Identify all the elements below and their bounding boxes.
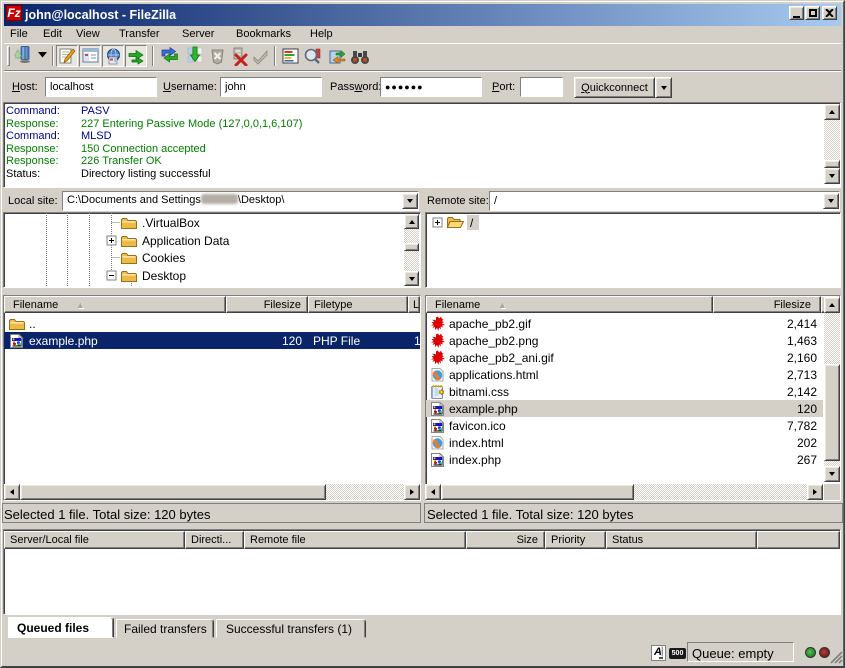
- svg-text:Cookies: Cookies: [142, 251, 185, 265]
- svg-text:Desktop: Desktop: [142, 269, 186, 283]
- svg-text:Application Data: Application Data: [142, 234, 230, 248]
- svg-text:.VirtualBox: .VirtualBox: [142, 216, 200, 230]
